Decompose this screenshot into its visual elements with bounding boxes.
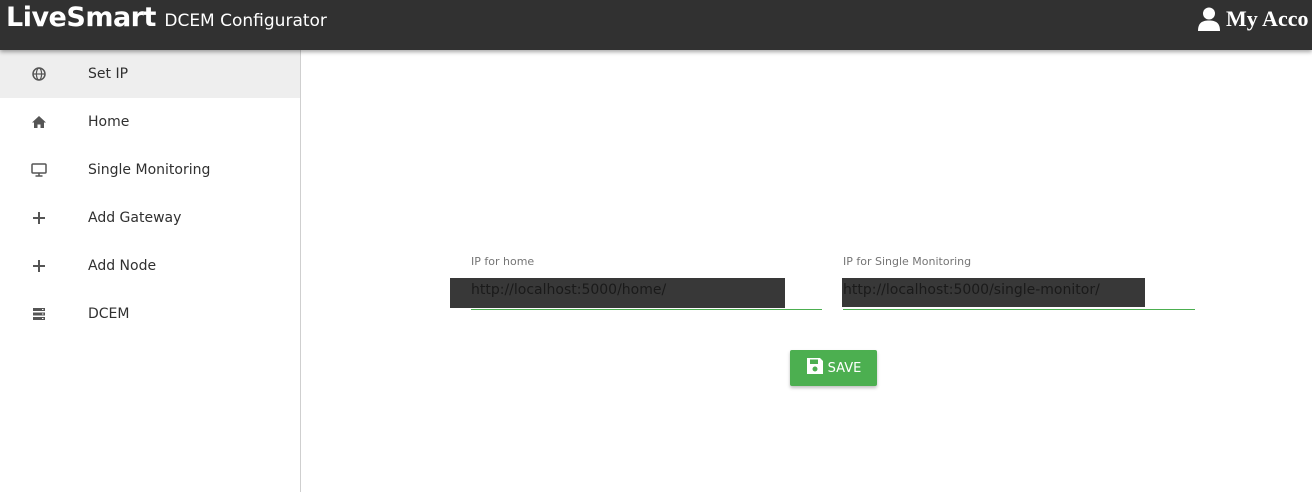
single-monitoring-ip-field: IP for Single Monitoring <box>842 255 1195 310</box>
globe-icon <box>30 66 48 82</box>
save-button-label: SAVE <box>827 360 862 376</box>
app-subtitle: DCEM Configurator <box>164 11 327 31</box>
sidebar-item-add-gateway[interactable]: Add Gateway <box>0 194 300 242</box>
single-monitoring-ip-label: IP for Single Monitoring <box>843 255 972 268</box>
sidebar-item-label: Add Node <box>88 258 157 274</box>
sidebar-nav: Set IP Home Single Monitoring Add Gatewa… <box>0 50 301 492</box>
server-icon <box>30 306 48 322</box>
plus-icon <box>30 210 48 226</box>
sidebar-item-label: Set IP <box>88 66 129 82</box>
floppy-disk-icon <box>806 357 828 379</box>
app-brand: LiveSmart DCEM Configurator <box>6 2 327 33</box>
sidebar-item-label: DCEM <box>88 306 130 322</box>
home-ip-input[interactable] <box>471 277 822 303</box>
user-icon <box>1198 7 1220 31</box>
home-ip-label: IP for home <box>471 255 535 268</box>
my-account-label: My Acco <box>1226 6 1309 31</box>
plus-icon <box>30 258 48 274</box>
sidebar-item-label: Single Monitoring <box>88 162 211 178</box>
save-button[interactable]: SAVE <box>790 350 877 386</box>
home-ip-field: IP for home <box>450 255 822 310</box>
single-monitoring-ip-input[interactable] <box>843 277 1195 303</box>
sidebar-item-label: Add Gateway <box>88 210 182 226</box>
sidebar-item-home[interactable]: Home <box>0 98 300 146</box>
top-app-bar: LiveSmart DCEM Configurator My Acco <box>0 0 1312 50</box>
home-icon <box>30 114 48 130</box>
sidebar-item-set-ip[interactable]: Set IP <box>0 50 300 98</box>
single-monitoring-ip-input-box <box>842 274 1195 310</box>
monitor-icon <box>30 162 48 178</box>
home-ip-input-box <box>450 274 822 310</box>
sidebar-item-single-monitoring[interactable]: Single Monitoring <box>0 146 300 194</box>
my-account-menu[interactable]: My Acco <box>1198 4 1308 34</box>
sidebar-item-label: Home <box>88 114 130 130</box>
brand-name: LiveSmart <box>6 2 156 33</box>
sidebar-item-add-node[interactable]: Add Node <box>0 242 300 290</box>
sidebar-item-dcem[interactable]: DCEM <box>0 290 300 338</box>
